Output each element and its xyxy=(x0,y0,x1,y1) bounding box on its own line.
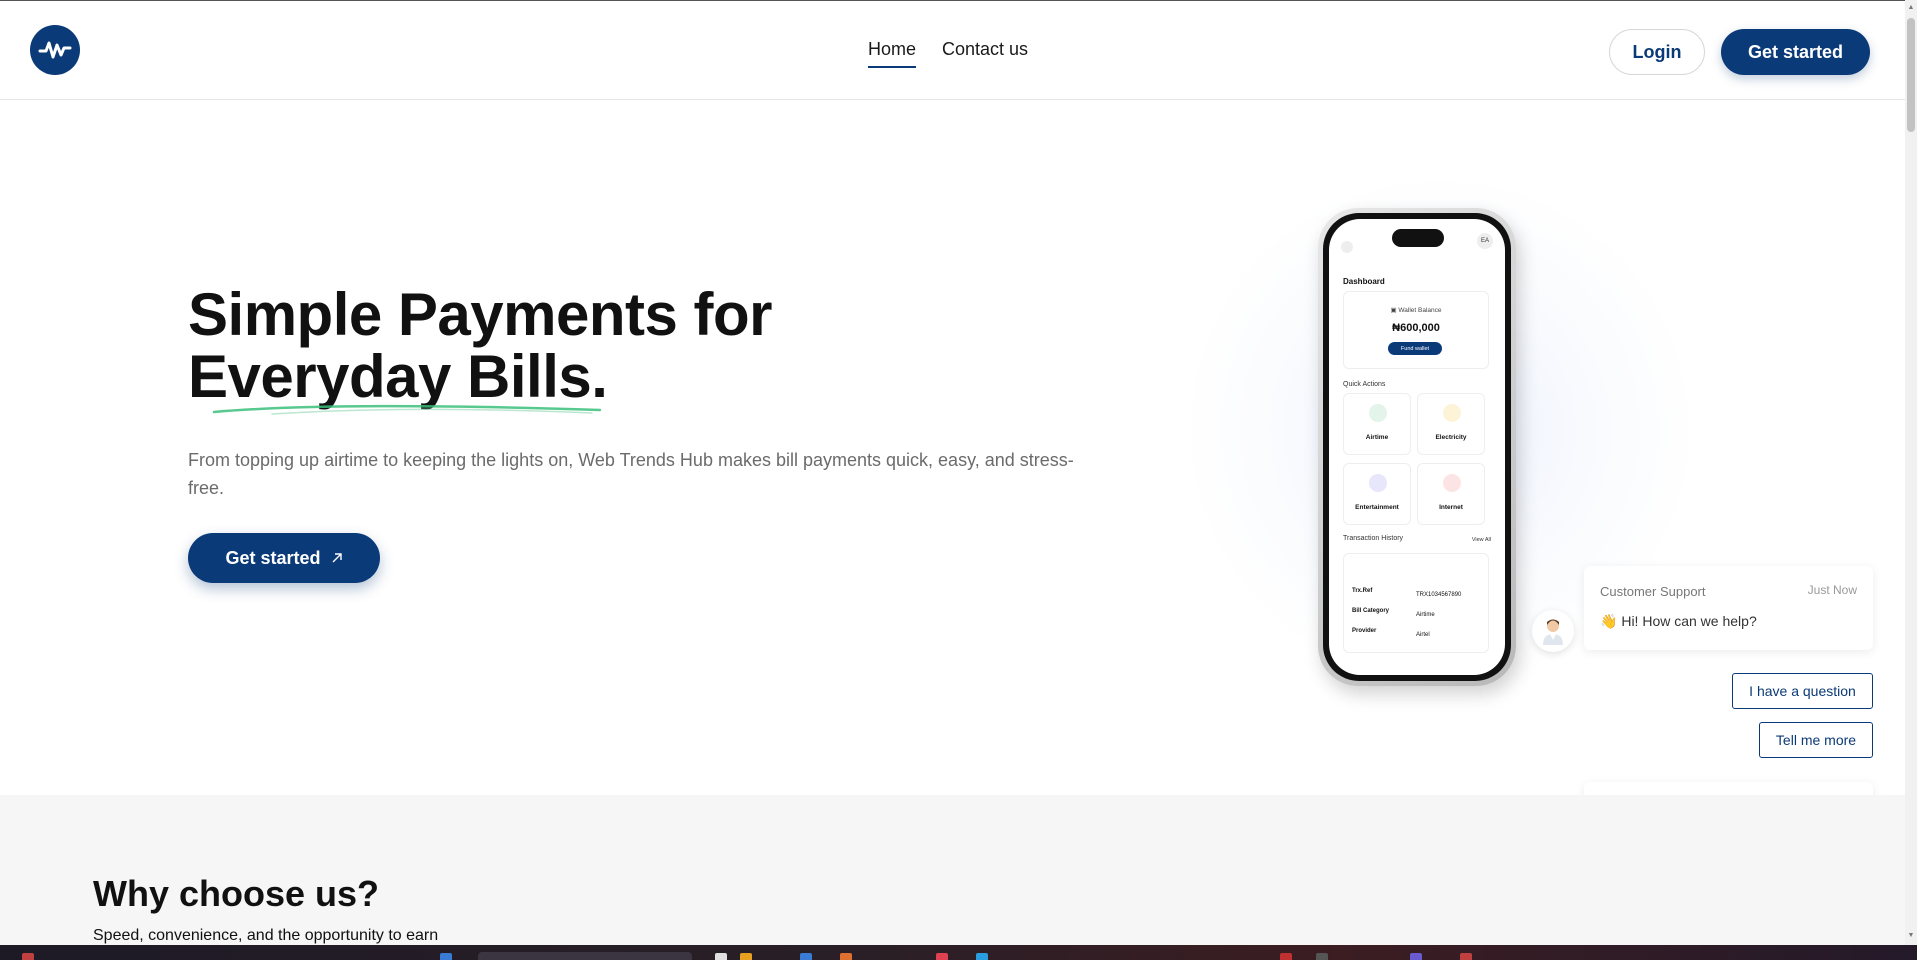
dashboard-label: Dashboard xyxy=(1343,277,1385,286)
dynamic-island xyxy=(1392,229,1444,247)
hero-title-word-bills: Bills. xyxy=(467,343,608,410)
taskbar-app-icon[interactable] xyxy=(715,953,727,960)
scroll-thumb[interactable] xyxy=(1907,18,1915,132)
taskbar-app-icon[interactable] xyxy=(1280,953,1292,960)
tx-value: Airtime xyxy=(1416,612,1435,618)
chat-timestamp: Just Now xyxy=(1807,583,1857,597)
site-header: Home Contact us Login Get started xyxy=(0,1,1905,100)
tx-key: Trx.Ref xyxy=(1352,588,1373,594)
hero-title: Simple Payments for Everyday Bills. xyxy=(188,281,773,415)
action-tile-internet: Internet xyxy=(1417,463,1485,525)
support-agent-icon xyxy=(1532,610,1574,652)
view-all-link: View All xyxy=(1471,537,1491,543)
login-button[interactable]: Login xyxy=(1609,29,1705,75)
phone-icon xyxy=(1369,404,1387,422)
fund-wallet-button: Fund wallet xyxy=(1388,342,1442,355)
chat-option-tell-more[interactable]: Tell me more xyxy=(1759,722,1873,758)
why-title: Why choose us? xyxy=(93,873,380,914)
os-taskbar xyxy=(0,945,1917,960)
logo-icon[interactable] xyxy=(30,25,80,75)
action-tile-airtime: Airtime xyxy=(1343,393,1411,455)
taskbar-app-icon[interactable] xyxy=(22,953,34,960)
tv-icon xyxy=(1369,474,1387,492)
chat-message-bubble: Customer Support Just Now 👋 Hi! How can … xyxy=(1584,566,1873,650)
transaction-card: Trx.Ref TRX1034567890 Bill Category Airt… xyxy=(1343,553,1489,653)
hero-title-line2: Everyday Bills. xyxy=(188,343,608,415)
taskbar-search[interactable] xyxy=(478,952,692,960)
phone-screen: EA Dashboard ▣ Wallet Balance ₦600,000 F… xyxy=(1329,219,1505,675)
wallet-label: Wallet Balance xyxy=(1398,307,1442,314)
wave-emoji: 👋 xyxy=(1600,613,1618,629)
arrow-up-right-icon xyxy=(332,553,342,563)
main-nav: Home Contact us xyxy=(868,39,1028,68)
hero-get-started-label: Get started xyxy=(225,547,321,568)
hero-title-word-everyday: Everyday xyxy=(188,343,451,410)
taskbar-app-icon[interactable] xyxy=(800,953,812,960)
nav-home[interactable]: Home xyxy=(868,39,917,68)
hero-get-started-button[interactable]: Get started xyxy=(188,533,380,583)
chat-option-question[interactable]: I have a question xyxy=(1732,673,1873,709)
hero-subtitle: From topping up airtime to keeping the l… xyxy=(188,450,1074,498)
taskbar-app-icon[interactable] xyxy=(740,953,752,960)
wallet-amount: ₦600,000 xyxy=(1392,322,1440,334)
page-scrollbar[interactable]: ▲ ▼ xyxy=(1905,0,1917,945)
action-tile-electricity: Electricity xyxy=(1417,393,1485,455)
chat-message-text: Hi! How can we help? xyxy=(1621,613,1757,629)
scroll-up-arrow-icon[interactable]: ▲ xyxy=(1905,2,1917,14)
taskbar-app-icon[interactable] xyxy=(1316,953,1328,960)
header-get-started-button[interactable]: Get started xyxy=(1721,29,1870,75)
hero-title-line1: Simple Payments for xyxy=(188,281,773,348)
taskbar-app-icon[interactable] xyxy=(440,953,452,960)
tx-value: Airtel xyxy=(1416,632,1430,638)
tx-key: Provider xyxy=(1352,628,1377,634)
why-subtitle: Speed, convenience, and the opportunity … xyxy=(93,927,439,944)
taskbar-app-icon[interactable] xyxy=(840,953,852,960)
menu-icon xyxy=(1341,241,1353,253)
scroll-down-arrow-icon[interactable]: ▼ xyxy=(1905,930,1917,942)
chat-sender: Customer Support xyxy=(1600,584,1706,599)
internet-icon xyxy=(1443,474,1461,492)
wallet-card: ▣ Wallet Balance ₦600,000 Fund wallet xyxy=(1343,291,1489,369)
taskbar-app-icon[interactable] xyxy=(976,953,988,960)
taskbar-app-icon[interactable] xyxy=(936,953,948,960)
taskbar-app-icon[interactable] xyxy=(1410,953,1422,960)
transaction-history-label: Transaction History xyxy=(1343,535,1404,542)
bulb-icon xyxy=(1443,404,1461,422)
title-underline-swash xyxy=(212,404,602,415)
quick-actions-label: Quick Actions xyxy=(1343,381,1386,388)
why-section xyxy=(0,795,1905,945)
action-tile-entertainment: Entertainment xyxy=(1343,463,1411,525)
chat-message: 👋 Hi! How can we help? xyxy=(1600,613,1757,630)
taskbar-app-icon[interactable] xyxy=(1460,953,1472,960)
nav-contact-us[interactable]: Contact us xyxy=(942,39,1028,68)
tx-key: Bill Category xyxy=(1352,608,1390,614)
tx-value: TRX1034567890 xyxy=(1416,592,1462,598)
phone-mockup: EA Dashboard ▣ Wallet Balance ₦600,000 F… xyxy=(1318,208,1516,686)
avatar: EA xyxy=(1477,233,1493,249)
